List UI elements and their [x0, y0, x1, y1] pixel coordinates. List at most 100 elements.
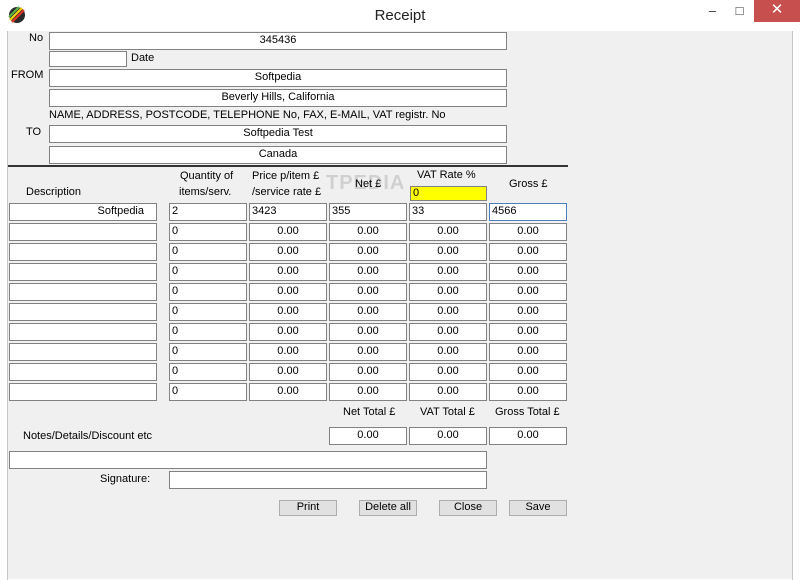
vat-total-field[interactable]: 0.00: [409, 427, 487, 445]
row-net-field[interactable]: 0.00: [329, 243, 407, 261]
maximize-button[interactable]: □: [726, 1, 753, 22]
row-vat-field[interactable]: 0.00: [409, 323, 487, 341]
no-label: No: [29, 32, 44, 44]
to-line-2-field[interactable]: Canada: [49, 146, 507, 164]
window-frame-left: [0, 31, 8, 580]
row-vat-field[interactable]: 33: [409, 203, 487, 221]
row-gross-field[interactable]: 0.00: [489, 343, 567, 361]
row-vat-field[interactable]: 0.00: [409, 363, 487, 381]
row-price-field[interactable]: 0.00: [249, 343, 327, 361]
row-price-field[interactable]: 0.00: [249, 283, 327, 301]
notes-field[interactable]: [9, 451, 487, 469]
row-price-field[interactable]: 3423: [249, 203, 327, 221]
row-gross-field[interactable]: 4566: [489, 203, 567, 221]
receipt-number-field[interactable]: 345436: [49, 32, 507, 50]
row-gross-field[interactable]: 0.00: [489, 243, 567, 261]
row-quantity-field[interactable]: 0: [169, 223, 247, 241]
row-quantity-field[interactable]: 0: [169, 343, 247, 361]
signature-label: Signature:: [100, 473, 151, 485]
row-description-field[interactable]: [9, 263, 157, 281]
window-frame-right: [792, 31, 800, 580]
row-gross-field[interactable]: 0.00: [489, 303, 567, 321]
notes-label: Notes/Details/Discount etc: [23, 430, 152, 442]
row-description-field[interactable]: [9, 303, 157, 321]
minimize-button[interactable]: –: [699, 1, 726, 22]
row-net-field[interactable]: 0.00: [329, 363, 407, 381]
row-quantity-field[interactable]: 0: [169, 263, 247, 281]
row-description-field[interactable]: [9, 283, 157, 301]
row-vat-field[interactable]: 0.00: [409, 303, 487, 321]
delete-all-button[interactable]: Delete all: [359, 500, 417, 516]
row-gross-field[interactable]: 0.00: [489, 363, 567, 381]
row-net-field[interactable]: 0.00: [329, 223, 407, 241]
row-vat-field[interactable]: 0.00: [409, 283, 487, 301]
row-gross-field[interactable]: 0.00: [489, 323, 567, 341]
row-quantity-field[interactable]: 0: [169, 383, 247, 401]
vat-rate-field[interactable]: 0: [410, 186, 487, 201]
row-description-field[interactable]: [9, 323, 157, 341]
row-price-field[interactable]: 0.00: [249, 323, 327, 341]
row-net-field[interactable]: 355: [329, 203, 407, 221]
from-line-1-field[interactable]: Softpedia: [49, 69, 507, 87]
print-button[interactable]: Print: [279, 500, 337, 516]
to-line-1-field[interactable]: Softpedia Test: [49, 125, 507, 143]
row-net-field[interactable]: 0.00: [329, 263, 407, 281]
from-label: FROM: [11, 69, 44, 81]
row-vat-field[interactable]: 0.00: [409, 223, 487, 241]
row-net-field[interactable]: 0.00: [329, 283, 407, 301]
gross-total-label: Gross Total £: [495, 406, 560, 418]
close-button[interactable]: Close: [439, 500, 497, 516]
row-net-field[interactable]: 0.00: [329, 343, 407, 361]
row-price-field[interactable]: 0.00: [249, 223, 327, 241]
description-column-header: Description: [26, 186, 82, 198]
row-description-field[interactable]: [9, 223, 157, 241]
row-description-field[interactable]: [9, 363, 157, 381]
row-quantity-field[interactable]: 0: [169, 243, 247, 261]
gross-total-field[interactable]: 0.00: [489, 427, 567, 445]
row-net-field[interactable]: 0.00: [329, 383, 407, 401]
net-column-header: Net £: [355, 178, 382, 190]
address-hint: NAME, ADDRESS, POSTCODE, TELEPHONE No, F…: [49, 109, 446, 121]
row-vat-field[interactable]: 0.00: [409, 383, 487, 401]
row-price-field[interactable]: 0.00: [249, 263, 327, 281]
vat-total-label: VAT Total £: [420, 406, 475, 418]
row-gross-field[interactable]: 0.00: [489, 383, 567, 401]
to-label: TO: [26, 126, 42, 138]
gross-column-header: Gross £: [509, 178, 548, 190]
row-gross-field[interactable]: 0.00: [489, 223, 567, 241]
row-price-field[interactable]: 0.00: [249, 243, 327, 261]
row-vat-field[interactable]: 0.00: [409, 263, 487, 281]
row-description-field[interactable]: Softpedia: [9, 203, 157, 221]
row-price-field[interactable]: 0.00: [249, 383, 327, 401]
row-description-field[interactable]: [9, 343, 157, 361]
from-line-2-field[interactable]: Beverly Hills, California: [49, 89, 507, 107]
row-net-field[interactable]: 0.00: [329, 323, 407, 341]
row-quantity-field[interactable]: 0: [169, 283, 247, 301]
row-price-field[interactable]: 0.00: [249, 363, 327, 381]
quantity-column-header-line1: Quantity of: [180, 170, 234, 182]
row-vat-field[interactable]: 0.00: [409, 243, 487, 261]
row-quantity-field[interactable]: 0: [169, 323, 247, 341]
row-quantity-field[interactable]: 2: [169, 203, 247, 221]
price-column-header-line2: /service rate £: [252, 186, 322, 198]
section-divider: [8, 165, 568, 167]
date-field[interactable]: [49, 51, 127, 67]
row-description-field[interactable]: [9, 383, 157, 401]
save-button[interactable]: Save: [509, 500, 567, 516]
close-window-button[interactable]: ✕: [754, 0, 800, 22]
signature-field[interactable]: [169, 471, 487, 489]
row-gross-field[interactable]: 0.00: [489, 283, 567, 301]
row-vat-field[interactable]: 0.00: [409, 343, 487, 361]
quantity-column-header-line2: items/serv.: [179, 186, 232, 198]
window-title: Receipt: [374, 7, 426, 24]
row-gross-field[interactable]: 0.00: [489, 263, 567, 281]
date-label: Date: [131, 52, 155, 64]
net-total-field[interactable]: 0.00: [329, 427, 407, 445]
row-price-field[interactable]: 0.00: [249, 303, 327, 321]
row-net-field[interactable]: 0.00: [329, 303, 407, 321]
row-quantity-field[interactable]: 0: [169, 363, 247, 381]
vat-rate-column-header: VAT Rate %: [417, 169, 476, 181]
row-quantity-field[interactable]: 0: [169, 303, 247, 321]
net-total-label: Net Total £: [343, 406, 396, 418]
row-description-field[interactable]: [9, 243, 157, 261]
